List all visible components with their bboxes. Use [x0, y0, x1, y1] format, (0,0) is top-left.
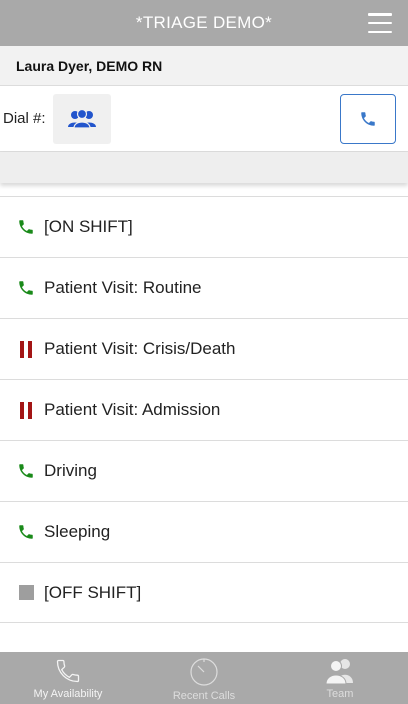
status-label: Patient Visit: Crisis/Death	[44, 339, 236, 358]
pause-icon	[17, 401, 35, 419]
tab-label: Recent Calls	[172, 690, 236, 702]
phone-icon	[361, 112, 375, 126]
tab-label: Team	[326, 688, 354, 700]
dial-label: Dial #:	[3, 110, 46, 127]
status-label: [ON SHIFT]	[44, 217, 133, 236]
group-contacts-button[interactable]	[53, 94, 111, 144]
status-label: Patient Visit: Admission	[44, 400, 221, 419]
call-button[interactable]	[340, 94, 396, 144]
dial-row: Dial #:	[0, 86, 408, 152]
user-name: Laura Dyer, DEMO RN	[16, 57, 163, 74]
hamburger-menu-icon[interactable]	[368, 13, 392, 33]
status-item-sleeping[interactable]: Sleeping	[0, 501, 408, 562]
tab-team[interactable]: Team	[272, 652, 408, 704]
tab-label: My Availability	[33, 688, 103, 700]
status-label: Driving	[44, 461, 97, 480]
tab-my-availability[interactable]: My Availability	[0, 652, 136, 704]
user-bar: Laura Dyer, DEMO RN	[0, 46, 408, 86]
tab-recent-calls[interactable]: Recent Calls	[136, 652, 272, 704]
status-label: Patient Visit: Routine	[44, 278, 202, 297]
status-item-patient-visit-crisis[interactable]: Patient Visit: Crisis/Death	[0, 318, 408, 379]
status-label: [OFF SHIFT]	[44, 582, 142, 602]
status-item-driving[interactable]: Driving	[0, 440, 408, 501]
app-title: *TRIAGE DEMO*	[135, 13, 273, 32]
phone-icon	[17, 279, 35, 297]
spacer-band	[0, 152, 408, 183]
phone-icon	[17, 462, 35, 480]
stop-icon	[17, 585, 35, 600]
status-item-patient-visit-admission[interactable]: Patient Visit: Admission	[0, 379, 408, 440]
timer-icon	[190, 658, 218, 686]
status-item-on-shift[interactable]: [ON SHIFT]	[0, 196, 408, 257]
status-list: [ON SHIFT] Patient Visit: Routine Patien…	[0, 196, 408, 623]
phone-icon	[17, 523, 35, 541]
team-icon	[325, 659, 353, 685]
pause-icon	[17, 340, 35, 358]
phone-outline-icon	[56, 659, 80, 683]
app-header: *TRIAGE DEMO*	[0, 0, 408, 46]
status-label: Sleeping	[44, 522, 111, 541]
status-item-off-shift[interactable]: [OFF SHIFT]	[0, 562, 408, 623]
phone-icon	[17, 218, 35, 236]
group-icon	[68, 109, 96, 129]
status-item-patient-visit-routine[interactable]: Patient Visit: Routine	[0, 257, 408, 318]
bottom-tab-bar: My Availability Recent Calls Team	[0, 652, 408, 704]
